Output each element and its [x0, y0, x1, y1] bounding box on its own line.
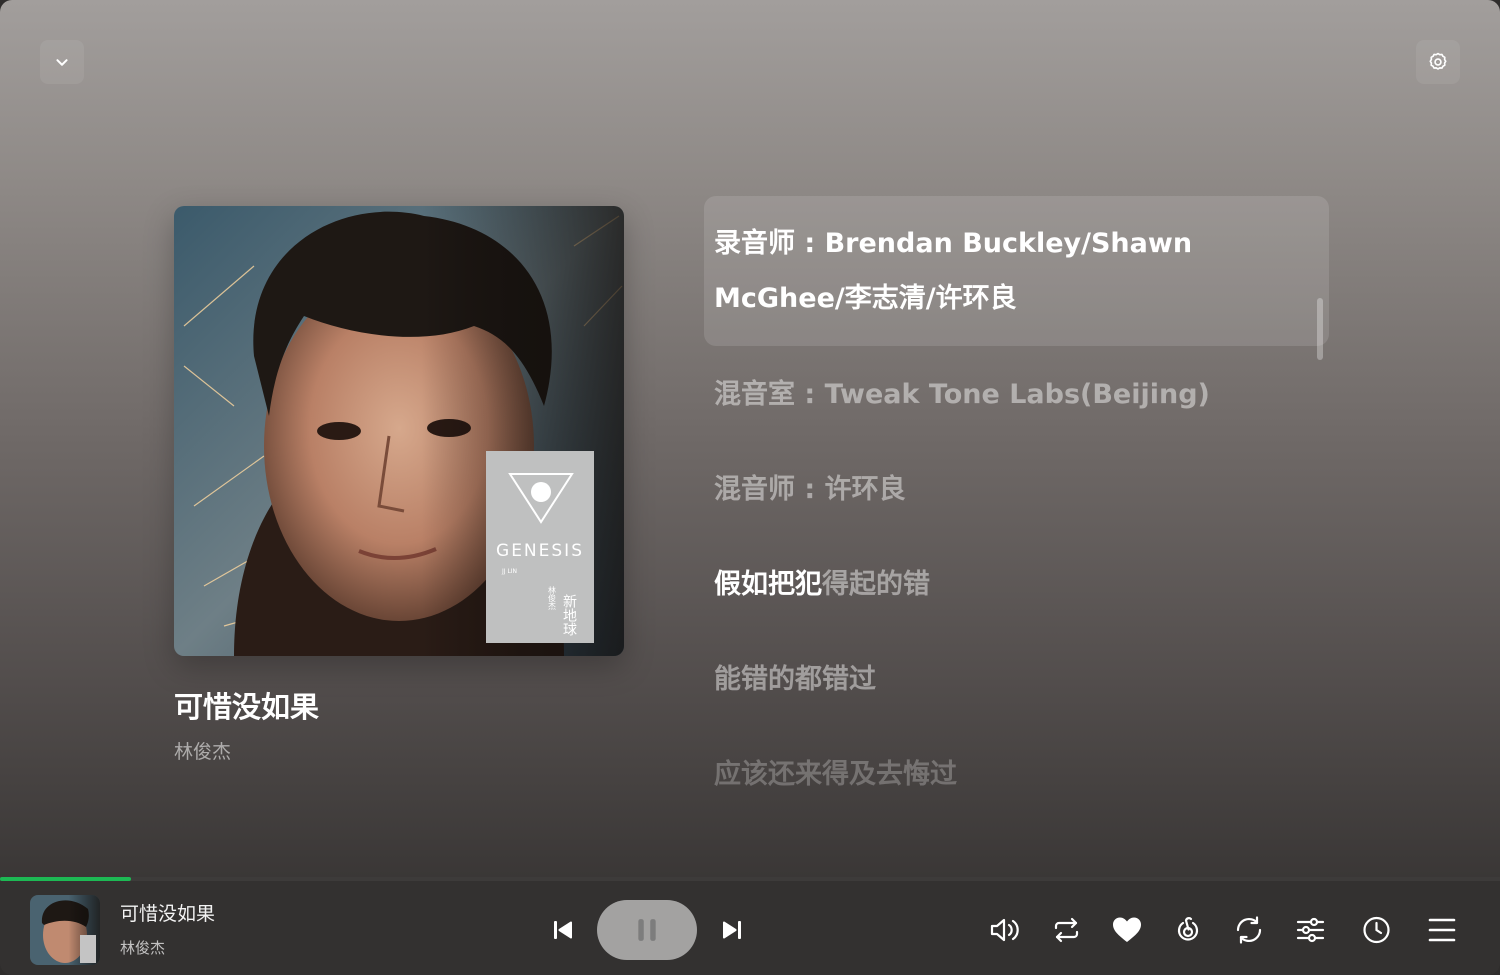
album-cover: GENESIS JJ LIN 新地球 林俊杰 — [174, 206, 624, 656]
pause-icon — [638, 919, 656, 941]
chevron-down-icon — [56, 59, 68, 66]
lyric-sung-part: 假如把犯 — [714, 569, 822, 600]
album-label-sub: JJ LIN — [501, 568, 517, 575]
sleep-timer-button[interactable] — [1362, 915, 1391, 945]
mini-album-cover[interactable] — [30, 895, 100, 965]
lyrics-panel[interactable]: 录音师 : Brendan Buckley/Shawn McGhee/李志清/许… — [704, 196, 1329, 806]
loop-icon — [1236, 916, 1262, 944]
lyric-line[interactable]: 假如把犯得起的错 — [704, 557, 1329, 612]
gear-icon — [1429, 52, 1447, 70]
album-label-artist: 林俊杰 — [548, 585, 557, 611]
previous-button[interactable] — [551, 918, 575, 942]
lyric-line[interactable]: 混音室 : Tweak Tone Labs(Beijing) — [704, 367, 1329, 422]
lyric-unsung-part: 得起的错 — [822, 569, 930, 600]
volume-icon — [990, 918, 1019, 942]
next-button[interactable] — [720, 918, 744, 942]
clock-icon — [1363, 916, 1390, 944]
playlist-button[interactable] — [1428, 917, 1456, 943]
pause-button[interactable] — [597, 900, 697, 960]
settings-button[interactable] — [1416, 40, 1460, 84]
song-title: 可惜没如果 — [174, 690, 320, 724]
player-bar: 可惜没如果 林俊杰 — [0, 877, 1500, 975]
mini-song-artist[interactable]: 林俊杰 — [120, 937, 165, 958]
repeat-button[interactable] — [1052, 915, 1081, 945]
netease-button[interactable] — [1174, 915, 1202, 945]
player-window: GENESIS JJ LIN 新地球 林俊杰 可惜没如果 林俊杰 录音师 : B… — [0, 0, 1500, 975]
album-label-cn: 新地球 — [561, 594, 577, 636]
lyric-line[interactable]: 能错的都错过 — [704, 652, 1329, 707]
lyric-line[interactable]: 应该还来得及去悔过 — [704, 747, 1329, 802]
progress-bar[interactable] — [0, 877, 1500, 881]
song-artist[interactable]: 林俊杰 — [174, 737, 231, 764]
mini-song-title[interactable]: 可惜没如果 — [120, 899, 215, 926]
lyrics-scrollbar[interactable] — [1317, 298, 1323, 360]
skip-next-icon — [722, 921, 741, 939]
equalizer-button[interactable] — [1296, 915, 1325, 945]
lyric-line[interactable]: 混音师 : 许环良 — [704, 462, 1329, 517]
album-label-title: GENESIS — [496, 541, 584, 561]
skip-previous-icon — [554, 921, 573, 939]
loop-mode-button[interactable] — [1234, 915, 1264, 945]
collapse-button[interactable] — [40, 40, 84, 84]
like-button[interactable] — [1112, 916, 1142, 944]
heart-icon — [1113, 917, 1141, 942]
repeat-icon — [1054, 917, 1079, 943]
netease-icon — [1177, 917, 1199, 941]
lyric-line[interactable]: 录音师 : Brendan Buckley/Shawn McGhee/李志清/许… — [704, 196, 1329, 346]
volume-button[interactable] — [988, 915, 1020, 945]
progress-fill — [0, 877, 131, 881]
equalizer-icon — [1296, 917, 1325, 943]
menu-icon — [1428, 918, 1456, 942]
